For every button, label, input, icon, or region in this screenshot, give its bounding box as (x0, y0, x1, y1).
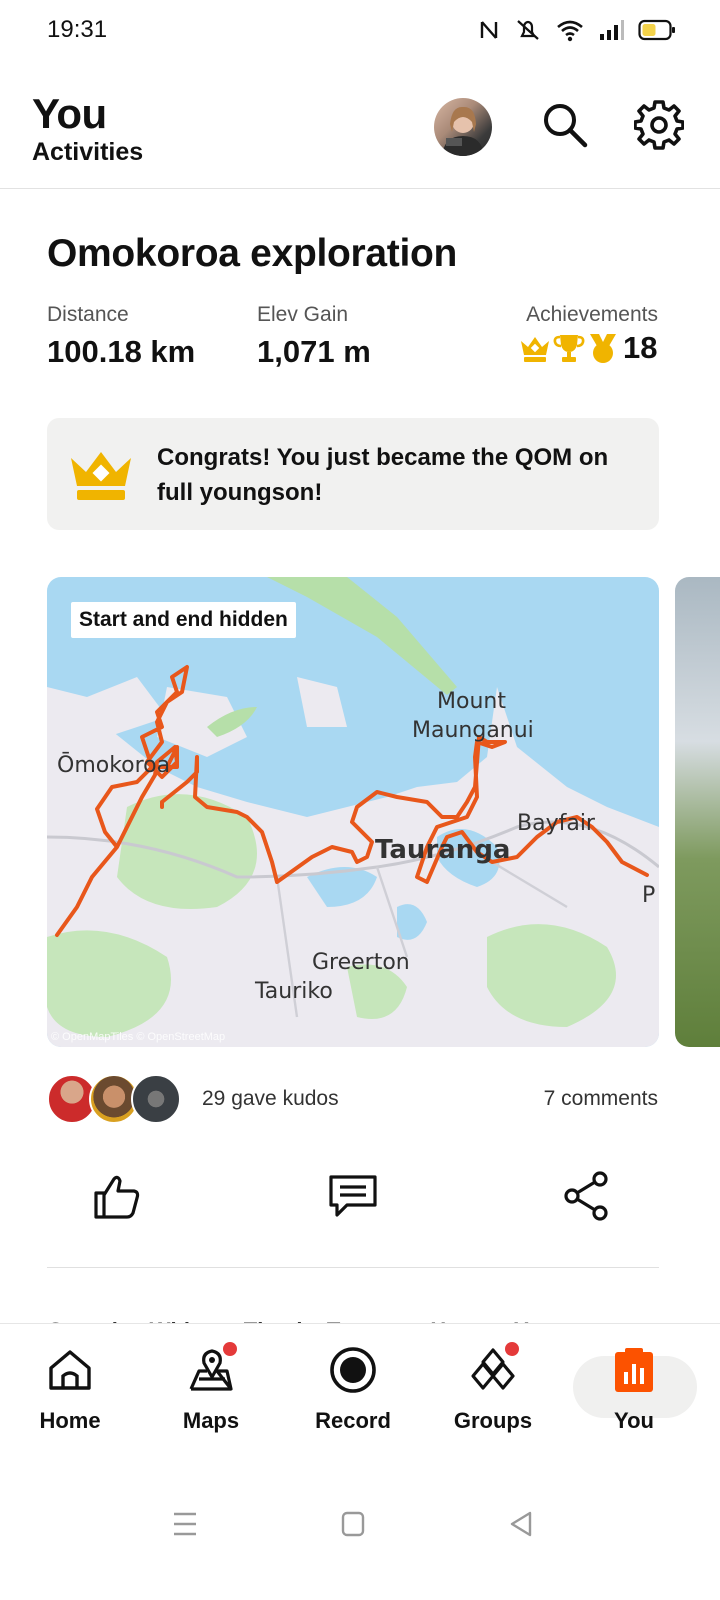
gear-icon (634, 100, 684, 150)
menu-icon (174, 1512, 196, 1536)
nav-label: Record (315, 1408, 391, 1433)
crown-icon (71, 452, 131, 500)
record-icon (330, 1347, 376, 1393)
system-menu-button[interactable] (172, 1510, 198, 1543)
map-label-p: P (642, 883, 655, 908)
nav-record[interactable]: Record (288, 1340, 418, 1450)
banner-text: Congrats! You just became the QOM on ful… (157, 444, 609, 506)
trophy-icon (553, 335, 585, 362)
search-icon (544, 104, 588, 148)
map-label-greerton: Greerton (312, 950, 410, 975)
signal-icon (600, 20, 624, 40)
achievements-label: Achievements (526, 303, 658, 326)
system-back-button[interactable] (508, 1510, 534, 1543)
achievements-row[interactable]: 18 (519, 330, 657, 366)
avatar (131, 1074, 181, 1124)
profile-avatar[interactable] (434, 98, 492, 156)
notification-badge (505, 1342, 519, 1356)
wifi-icon (557, 20, 583, 42)
nav-maps[interactable]: Maps (146, 1340, 276, 1450)
settings-button[interactable] (632, 98, 686, 152)
notification-badge (223, 1342, 237, 1356)
map-label-maunganui: Maunganui (412, 718, 534, 743)
nav-label: You (614, 1408, 654, 1433)
header-divider (0, 188, 720, 189)
qom-banner[interactable]: Congrats! You just became the QOM on ful… (47, 418, 659, 530)
nav-label: Groups (453, 1408, 533, 1433)
nav-groups[interactable]: Groups (428, 1340, 558, 1450)
distance-value: 100.18 km (47, 334, 196, 369)
activity-title[interactable]: Omokoroa exploration (47, 232, 457, 276)
map-label-tauriko: Tauriko (254, 979, 333, 1004)
you-icon (615, 1348, 653, 1392)
nav-label: Home (39, 1408, 101, 1433)
share-icon (564, 1171, 608, 1221)
achievements-count: 18 (623, 330, 658, 365)
elev-gain-label: Elev Gain (257, 303, 349, 326)
privacy-pill: Start and end hidden (71, 602, 296, 638)
map-attribution: © OpenMapTiles © OpenStreetMap (51, 1031, 225, 1043)
nav-label: Maps (182, 1408, 240, 1433)
back-triangle-icon (510, 1511, 532, 1537)
search-button[interactable] (538, 98, 592, 152)
nav-you[interactable]: You (569, 1340, 699, 1450)
crown-icon (521, 337, 549, 362)
status-icons (478, 18, 676, 42)
square-icon (341, 1511, 365, 1537)
comments-count[interactable]: 7 comments (544, 1087, 658, 1111)
map-label-omokoroa: Ōmokoroa (57, 752, 170, 778)
map-label-bayfair: Bayfair (517, 811, 596, 836)
status-time: 19:31 (47, 16, 108, 43)
feed-divider (47, 1267, 659, 1268)
mute-icon (517, 20, 539, 40)
distance-label: Distance (47, 303, 129, 326)
battery-icon (638, 19, 675, 41)
map-label-tauranga: Tauranga (375, 835, 510, 865)
system-home-button[interactable] (341, 1510, 365, 1543)
nav-home[interactable]: Home (5, 1340, 135, 1450)
page-subtitle[interactable]: Activities (32, 138, 143, 167)
avatar-photo (442, 106, 484, 156)
activity-map[interactable]: Mount Maunganui Ōmokoroa Tauranga Bayfai… (47, 577, 659, 1047)
map-canvas: Mount Maunganui Ōmokoroa Tauranga Bayfai… (47, 577, 659, 1047)
kudos-button[interactable] (87, 1166, 147, 1226)
comment-icon (329, 1175, 377, 1217)
kudos-count[interactable]: 29 gave kudos (202, 1087, 339, 1111)
thumbs-up-icon (94, 1175, 140, 1219)
page-title: You (32, 90, 107, 137)
kudos-avatars[interactable] (47, 1074, 187, 1124)
share-button[interactable] (557, 1166, 617, 1226)
map-label-mount: Mount (437, 689, 506, 714)
medal-icon (590, 334, 616, 363)
comment-button[interactable] (323, 1166, 383, 1226)
nfc-icon (480, 21, 498, 39)
elev-gain-value: 1,071 m (257, 334, 371, 369)
home-icon (49, 1350, 91, 1390)
next-media-photo[interactable] (675, 577, 720, 1047)
